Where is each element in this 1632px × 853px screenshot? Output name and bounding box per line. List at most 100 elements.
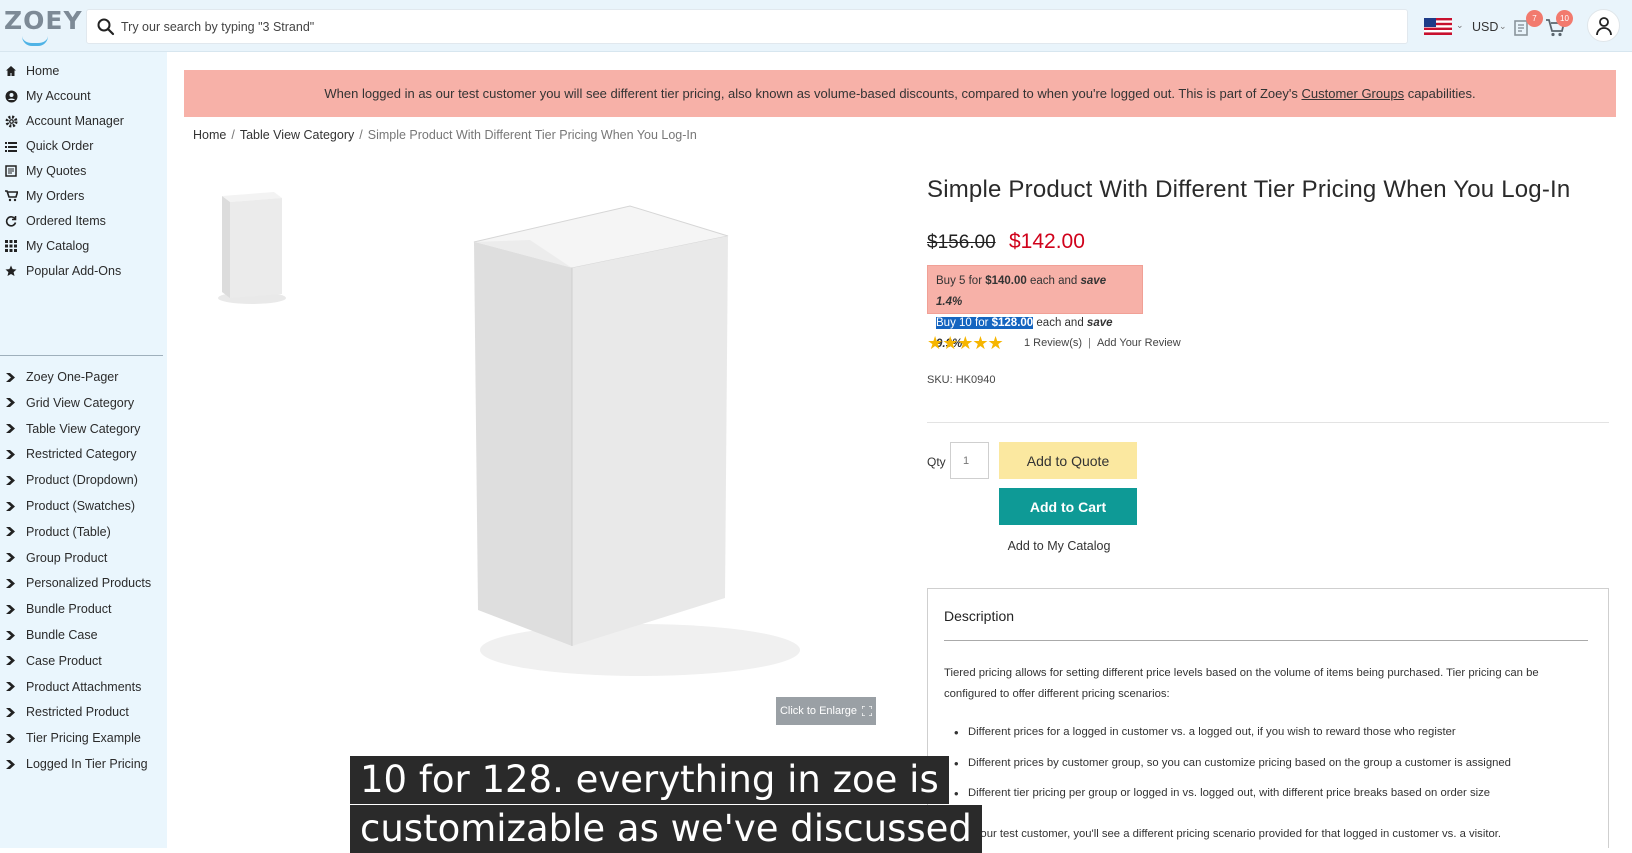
refresh-icon bbox=[5, 216, 17, 227]
sidebar-item-home[interactable]: Home bbox=[0, 60, 167, 82]
list-item: Different tier pricing per group or logg… bbox=[954, 786, 1490, 801]
chevron-right-icon bbox=[6, 682, 15, 692]
user-account-button[interactable] bbox=[1587, 9, 1620, 42]
sidebar-divider bbox=[0, 355, 163, 356]
logo-text: ZOEY bbox=[4, 6, 83, 35]
sidebar-category-item[interactable]: Product (Swatches) bbox=[0, 495, 167, 517]
chevron-right-icon bbox=[6, 578, 15, 588]
breadcrumb-category[interactable]: Table View Category bbox=[240, 128, 354, 142]
sidebar-category-item[interactable]: Restricted Category bbox=[0, 443, 167, 465]
chevron-down-icon[interactable]: ⌄ bbox=[1499, 21, 1507, 32]
sidebar-category-item[interactable]: Product (Dropdown) bbox=[0, 469, 167, 491]
sidebar-category-item[interactable]: Grid View Category bbox=[0, 392, 167, 414]
sidebar-item-my-account[interactable]: My Account bbox=[0, 85, 167, 107]
chevron-right-icon bbox=[6, 630, 15, 640]
sidebar-item-popular-add-ons[interactable]: Popular Add-Ons bbox=[0, 260, 167, 282]
video-caption-line-2: customizable as we've discussed bbox=[350, 805, 982, 853]
chevron-right-icon bbox=[6, 449, 15, 459]
reviews-count-link[interactable]: 1 Review(s) bbox=[1024, 337, 1082, 349]
us-flag-icon[interactable] bbox=[1424, 18, 1452, 35]
divider bbox=[927, 422, 1609, 423]
sidebar-category-item[interactable]: Product Attachments bbox=[0, 676, 167, 698]
search-icon bbox=[97, 18, 115, 36]
list-item: Different prices by customer group, so y… bbox=[954, 756, 1511, 771]
sidebar-category-item[interactable]: Table View Category bbox=[0, 418, 167, 440]
sidebar-category-item[interactable]: Product (Table) bbox=[0, 521, 167, 543]
sidebar-item-my-orders[interactable]: My Orders bbox=[0, 185, 167, 207]
tier-price-row: Buy 5 for $140.00 each and save 1.4% bbox=[936, 275, 1107, 308]
add-to-catalog-link[interactable]: Add to My Catalog bbox=[999, 539, 1119, 553]
qty-label: Qty bbox=[927, 455, 946, 469]
tier-pricing-box: Buy 5 for $140.00 each and save 1.4% Buy… bbox=[927, 265, 1143, 350]
chevron-right-icon bbox=[6, 656, 15, 666]
chevron-right-icon bbox=[6, 553, 15, 563]
chevron-right-icon bbox=[6, 372, 15, 382]
qty-input[interactable]: 1 bbox=[950, 442, 989, 479]
click-to-enlarge-button[interactable]: Click to Enlarge bbox=[776, 697, 876, 725]
breadcrumb-home[interactable]: Home bbox=[193, 128, 226, 142]
sidebar-item-ordered-items[interactable]: Ordered Items bbox=[0, 210, 167, 232]
add-to-quote-button[interactable]: Add to Quote bbox=[999, 442, 1137, 479]
sidebar-item-account-manager[interactable]: Account Manager bbox=[0, 110, 167, 132]
chevron-down-icon[interactable]: ⌄ bbox=[1456, 20, 1464, 31]
sidebar-item-my-quotes[interactable]: My Quotes bbox=[0, 160, 167, 182]
sidebar-item-quick-order[interactable]: Quick Order bbox=[0, 135, 167, 157]
customer-groups-link[interactable]: Customer Groups bbox=[1301, 86, 1404, 101]
chevron-right-icon bbox=[6, 501, 15, 511]
star-icon bbox=[5, 265, 17, 276]
sidebar-category-item[interactable]: Case Product bbox=[0, 650, 167, 672]
home-icon bbox=[6, 66, 16, 76]
reviews-row: 1 Review(s) | Add Your Review bbox=[1024, 337, 1181, 349]
description-title: Description bbox=[944, 608, 1015, 624]
chevron-right-icon bbox=[6, 527, 15, 537]
banner-suffix: capabilities. bbox=[1404, 86, 1476, 101]
chevron-right-icon bbox=[6, 707, 15, 717]
list-item: Different prices for a logged in custome… bbox=[954, 725, 1456, 740]
description-paragraph: Tiered pricing allows for setting differ… bbox=[944, 667, 1539, 700]
product-main-image[interactable] bbox=[440, 200, 800, 690]
breadcrumb: Home / Table View Category / Simple Product … bbox=[193, 128, 697, 142]
cart-icon bbox=[5, 190, 18, 202]
sidebar-category-item[interactable]: Logged In Tier Pricing bbox=[0, 753, 167, 775]
sidebar-category-item[interactable]: Restricted Product bbox=[0, 701, 167, 723]
zoey-logo[interactable]: ZOEY bbox=[4, 6, 82, 46]
video-caption-line-1: 10 for 128. everything in zoe is bbox=[350, 756, 949, 804]
list-icon bbox=[5, 141, 17, 152]
search-input[interactable]: Try our search by typing "3 Strand" bbox=[121, 20, 314, 34]
chevron-right-icon bbox=[6, 759, 15, 769]
current-price: $142.00 bbox=[1009, 230, 1085, 253]
sidebar-item-my-catalog[interactable]: My Catalog bbox=[0, 235, 167, 257]
breadcrumb-current: Simple Product With Different Tier Prici… bbox=[367, 128, 697, 142]
sidebar: Home My Account Account Manager Quick Or… bbox=[0, 52, 167, 848]
account-circle-icon bbox=[5, 90, 18, 102]
sidebar-category-item[interactable]: Bundle Product bbox=[0, 598, 167, 620]
cart-count-badge: 10 bbox=[1556, 10, 1573, 27]
sidebar-category-item[interactable]: Bundle Case bbox=[0, 624, 167, 646]
grid-icon bbox=[5, 240, 17, 252]
quote-count-badge: 7 bbox=[1526, 10, 1543, 27]
quotes-icon bbox=[5, 165, 17, 177]
description-partial-line: g in as our test customer, you'll see a … bbox=[930, 827, 1501, 842]
add-review-link[interactable]: Add Your Review bbox=[1097, 337, 1181, 349]
info-banner: When logged in as our test customer you … bbox=[184, 70, 1616, 117]
banner-text: When logged in as our test customer you … bbox=[324, 86, 1302, 101]
chevron-right-icon bbox=[6, 424, 15, 434]
sidebar-category-item[interactable]: Personalized Products bbox=[0, 572, 167, 594]
currency-selector[interactable]: USD bbox=[1472, 20, 1498, 34]
sidebar-category-item[interactable]: Tier Pricing Example bbox=[0, 727, 167, 749]
chevron-right-icon bbox=[6, 398, 15, 408]
rating-stars: ★★★★★ bbox=[927, 333, 1004, 353]
product-thumbnail[interactable] bbox=[212, 188, 292, 308]
search-bar[interactable]: Try our search by typing "3 Strand" bbox=[86, 9, 1408, 44]
chevron-right-icon bbox=[6, 475, 15, 485]
divider bbox=[944, 640, 1588, 641]
description-panel: Description Tiered pricing allows for se… bbox=[927, 588, 1609, 848]
sidebar-category-item[interactable]: Zoey One-Pager bbox=[0, 366, 167, 388]
chevron-right-icon bbox=[6, 733, 15, 743]
chevron-right-icon bbox=[6, 604, 15, 614]
sku-label: SKU: HK0940 bbox=[927, 374, 996, 386]
sidebar-category-item[interactable]: Group Product bbox=[0, 547, 167, 569]
add-to-cart-button[interactable]: Add to Cart bbox=[999, 488, 1137, 525]
gear-icon bbox=[5, 115, 18, 127]
old-price: $156.00 bbox=[927, 232, 996, 253]
